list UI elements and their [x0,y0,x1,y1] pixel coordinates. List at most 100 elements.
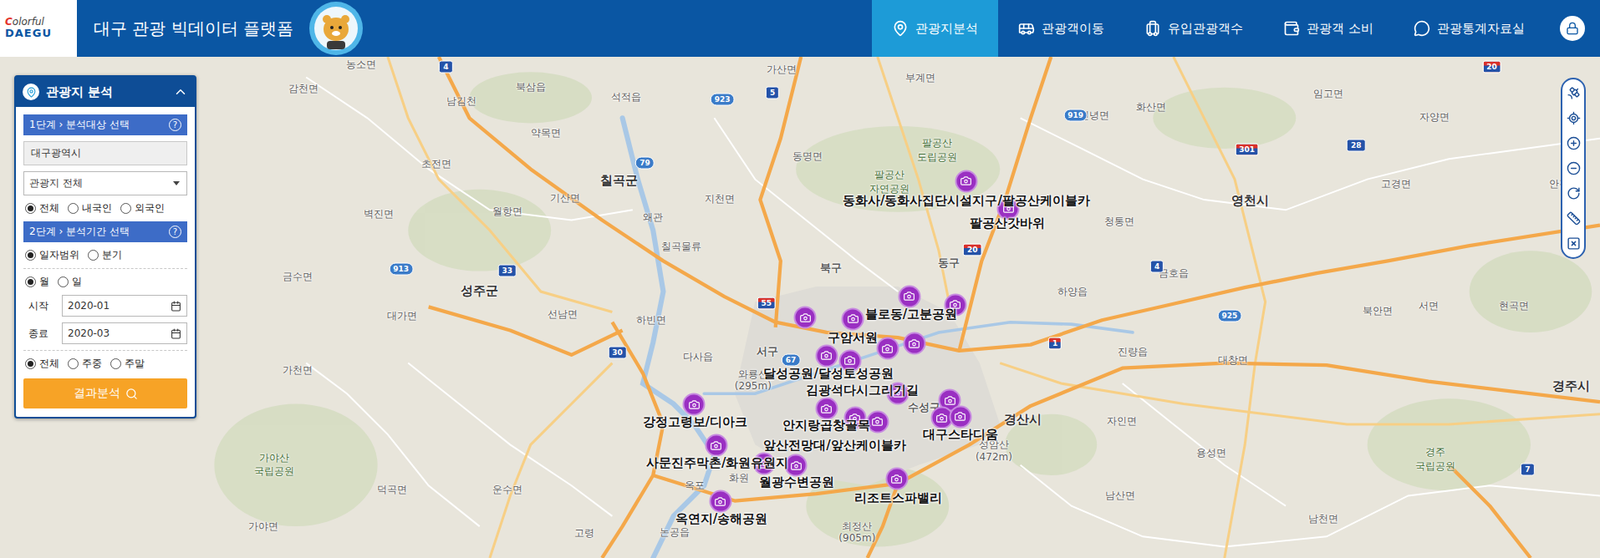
site-title[interactable]: 대구 관광 빅데이터 플랫폼 [76,0,309,57]
login-button[interactable] [1544,0,1600,57]
place-label: 덕곡면 [377,484,408,497]
poi-pin[interactable] [794,306,817,330]
radio-label: 일자범위 [39,248,80,263]
route-shield: 55 [756,297,776,311]
radio-dot[interactable] [110,358,122,370]
collapse-icon[interactable] [173,84,189,100]
route-shield: 20 [963,243,983,256]
poi-label[interactable]: 리조트스파밸리 [854,491,943,506]
poi-pin[interactable] [897,285,921,308]
radio-option[interactable]: 전체 [25,356,60,372]
poi-label[interactable]: 블로동/고분공원 [865,307,958,322]
help-button[interactable]: ? [168,118,182,132]
radio-dot[interactable] [87,249,99,261]
poi-label[interactable]: 동화사/동화사집단시설지구/팔공산케이블카 [842,194,1091,209]
poi-pin[interactable] [876,337,899,361]
nav-item[interactable]: 유입관광객수 [1124,0,1264,57]
submit-button[interactable]: 결과분석 [23,378,188,409]
radio-option[interactable]: 외국인 [120,201,165,216]
region-field[interactable]: 대구광역시 [23,141,188,166]
radio-dot[interactable] [25,358,36,370]
category-select[interactable]: 관광지 전체 [23,171,188,196]
camera-icon [871,416,884,429]
step-bar: 1단계 › 분석대상 선택? [23,114,188,136]
radio-option[interactable]: 월 [25,275,50,290]
radio-dot[interactable] [120,203,132,215]
radio-option[interactable]: 전체 [25,201,60,216]
map-tool-button[interactable] [1566,161,1581,176]
date-field[interactable]: 2020-01 [61,295,188,317]
radio-dot[interactable] [25,249,36,261]
radio-dot[interactable] [67,203,79,215]
map-tool-button[interactable] [1566,211,1581,226]
place-label: 팔공산 [922,137,953,150]
radio-dot[interactable] [57,276,69,288]
day-type-radios: 전체 주중 주말 [23,356,188,372]
radio-dot[interactable] [25,276,36,288]
poi-label[interactable]: 구암서원 [827,331,878,346]
logo[interactable]: ColorfulDAEGU [0,0,77,57]
camera-icon [960,175,973,188]
panel-header[interactable]: 관광지 분석 [15,76,195,108]
radio-dot[interactable] [25,203,36,215]
poi-label[interactable]: 달성공원/달성토성공원 [763,366,893,382]
location-icon [25,86,37,98]
date-value: 2020-01 [67,300,110,312]
panel-badge [22,83,40,101]
poi-pin[interactable] [704,434,728,458]
radio-dot[interactable] [67,358,79,370]
map[interactable]: 농소면감천면남김천북삼읍석적읍가산면부계면약목면초전면칠곡군벽진면월항면기산면지… [0,56,1600,558]
poi-label[interactable]: 앞산전망대/앞산케이블카 [763,439,906,454]
place-label: 북구 [820,261,842,275]
radio-option[interactable]: 분기 [87,248,123,263]
poi-label[interactable]: 강정고령보/디아크 [642,416,748,431]
poi-label[interactable]: 옥연지/송해공원 [675,513,768,528]
radio-option[interactable]: 주중 [67,356,102,372]
camera-icon [954,411,967,423]
poi-pin[interactable] [815,344,838,367]
poi-label[interactable]: 월광수변공원 [759,476,835,491]
poi-pin[interactable] [682,393,706,417]
poi-pin[interactable] [885,468,908,491]
poi-pin[interactable] [708,490,732,514]
poi-label[interactable]: 대구스타디움 [922,428,999,443]
poi-pin[interactable] [948,405,972,429]
poi-pin[interactable] [815,397,838,421]
nav-item[interactable]: 관광객 소비 [1263,0,1394,57]
radio-label: 외국인 [134,201,165,216]
radio-label: 주말 [124,356,145,372]
place-label: 고경면 [1380,178,1412,191]
poi-pin[interactable] [902,332,926,356]
poi-pin[interactable] [841,307,865,331]
poi-label[interactable]: 팔공산갓바위 [969,217,1045,232]
radio-label: 일 [71,275,82,290]
nav-item[interactable]: 관광객이동 [998,0,1125,57]
place-label: 팔공산 [874,169,905,182]
place-label: 북안면 [1362,305,1393,318]
poi-pin[interactable] [954,169,978,193]
route-shield: 919 [1063,108,1088,122]
radio-option[interactable]: 주말 [110,356,145,372]
nav-label: 관광지분석 [915,20,979,37]
map-tool-button[interactable] [1566,236,1581,251]
poi-label[interactable]: 김광석다시그리기길 [805,384,919,399]
nav-item[interactable]: 관광통계자료실 [1393,0,1545,57]
place-label: 다사읍 [682,351,714,364]
map-tool-button[interactable] [1566,86,1581,101]
nav-item[interactable]: 관광지분석 [871,0,999,57]
map-tool-button[interactable] [1566,111,1581,126]
help-button[interactable]: ? [168,225,182,239]
poi-label[interactable]: 사문진주막촌/화원유원지 [646,456,789,471]
calendar-icon [170,328,182,340]
date-field[interactable]: 2020-03 [61,322,188,345]
radio-option[interactable]: 일자범위 [25,248,80,263]
radio-option[interactable]: 일 [57,275,82,290]
place-label: 진량읍 [1117,346,1148,359]
panel-title: 관광지 분석 [45,84,167,101]
zoom-out-icon [1566,161,1581,176]
radio-option[interactable]: 내국인 [67,201,113,216]
map-tool-button[interactable] [1566,136,1581,151]
place-label: 남산면 [1105,490,1136,503]
map-tool-button[interactable] [1566,186,1581,201]
poi-label[interactable]: 안지랑곱창골목 [782,418,871,434]
